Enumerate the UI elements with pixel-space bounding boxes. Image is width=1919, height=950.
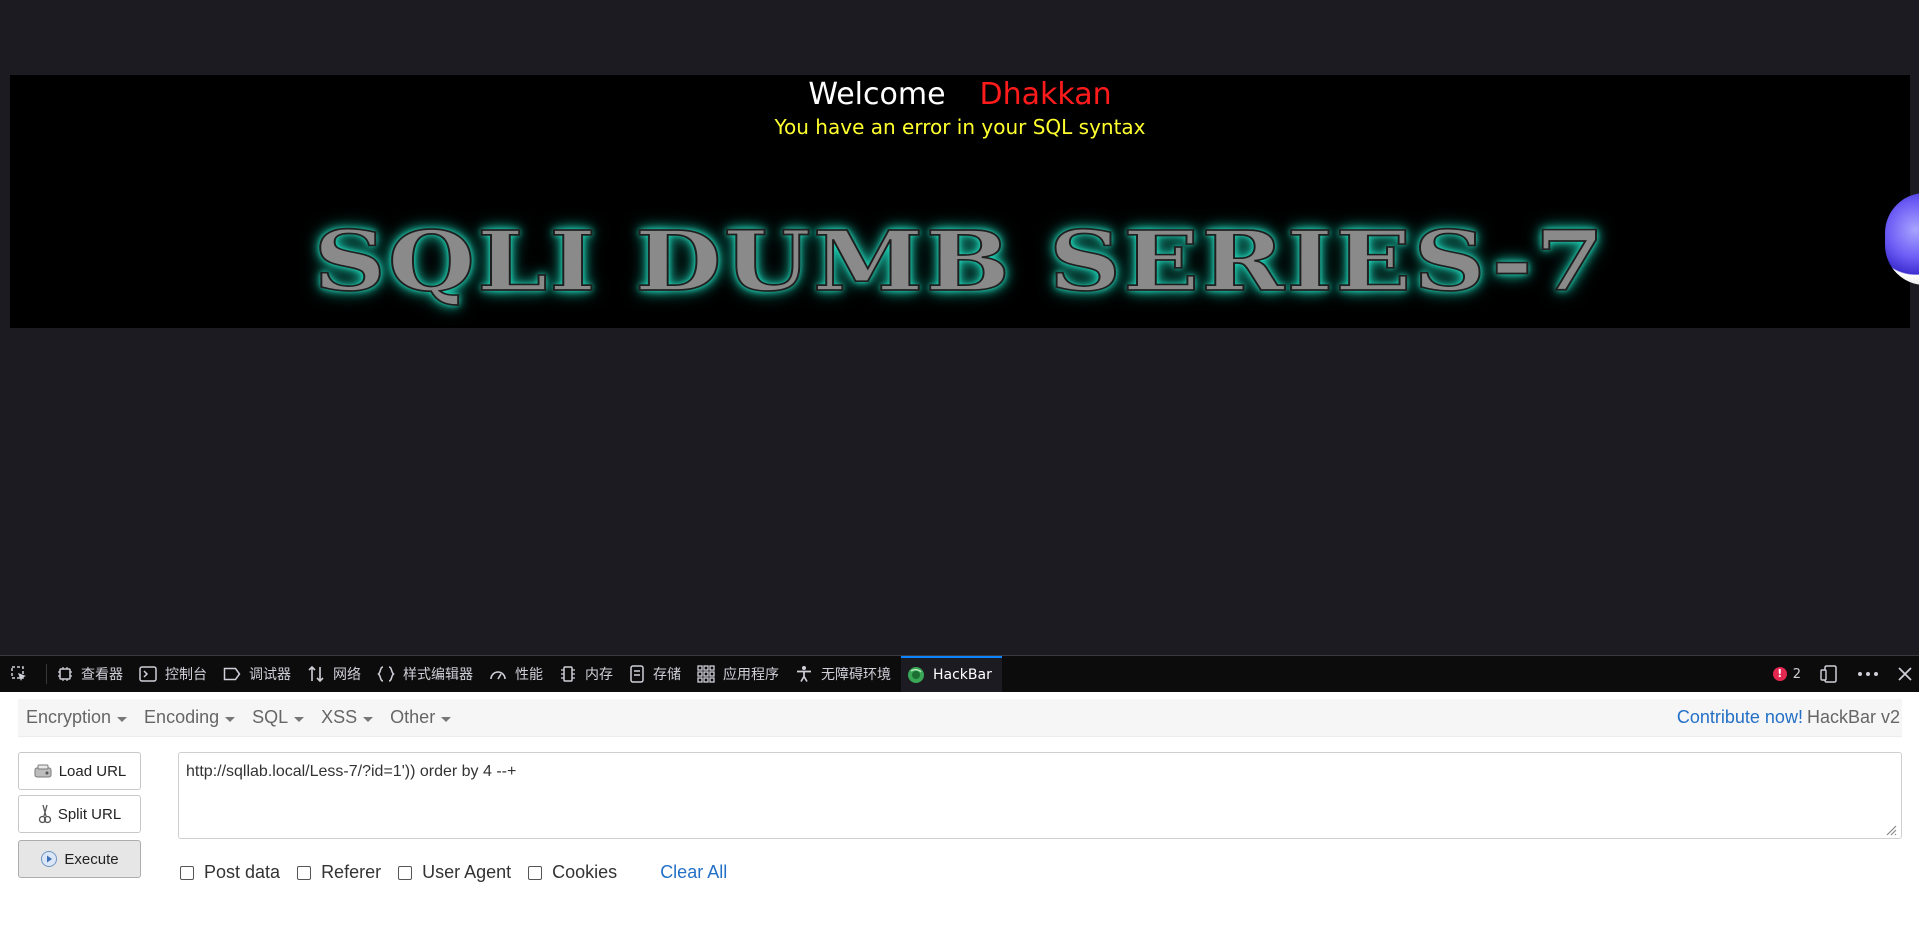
debugger-icon [223, 667, 241, 681]
tab-accessibility[interactable]: 无障碍环境 [789, 656, 901, 692]
user-agent-checkbox[interactable]: User Agent [398, 862, 511, 883]
menu-label: XSS [321, 707, 358, 727]
tab-debugger[interactable]: 调试器 [217, 656, 301, 692]
menu-encoding[interactable]: Encoding [136, 707, 244, 728]
application-icon [697, 665, 715, 683]
tab-label: 控制台 [165, 667, 207, 683]
responsive-design-icon[interactable] [1819, 665, 1839, 683]
tab-label: HackBar [933, 667, 992, 683]
execute-button[interactable]: Execute [18, 840, 141, 878]
load-url-icon [34, 764, 52, 778]
hackbar-icon [908, 667, 924, 683]
hackbar-branding: Contribute now! HackBar v2 [1677, 707, 1902, 728]
error-count-badge[interactable]: ! 2 [1772, 666, 1801, 682]
checkbox-box[interactable] [297, 865, 312, 880]
memory-icon [561, 666, 575, 682]
tab-storage[interactable]: 存储 [623, 656, 691, 692]
performance-icon [490, 671, 506, 680]
tab-console[interactable]: 控制台 [133, 656, 217, 692]
post-data-checkbox[interactable]: Post data [180, 862, 280, 883]
referer-checkbox[interactable]: Referer [297, 862, 381, 883]
tab-label: 内存 [585, 667, 613, 683]
chevron-down-icon [363, 716, 374, 722]
menu-encryption[interactable]: Encryption [18, 707, 136, 728]
toolbar-right-controls: ! 2 [1772, 656, 1919, 692]
menu-sql[interactable]: SQL [244, 707, 313, 728]
welcome-line: Welcome Dhakkan [10, 77, 1910, 112]
tab-label: 查看器 [81, 667, 123, 683]
button-label: Load URL [58, 762, 127, 780]
chevron-down-icon [117, 716, 128, 722]
option-label: Cookies [552, 862, 618, 882]
split-url-button[interactable]: Split URL [18, 795, 141, 833]
tab-label: 应用程序 [723, 667, 779, 683]
accessibility-icon [797, 666, 811, 682]
option-label: User Agent [422, 862, 512, 882]
chevron-down-icon [441, 716, 452, 722]
tab-label: 无障碍环境 [821, 667, 891, 683]
tab-label: 网络 [333, 667, 361, 683]
network-icon [308, 665, 324, 683]
load-url-button[interactable]: Load URL [18, 752, 141, 790]
devtools-toolbar: 查看器 控制台 调试器 网络 样式编辑器 性能 内存 存储 应用程序 无障碍环境… [0, 655, 1919, 692]
checkbox-box[interactable] [398, 865, 413, 880]
page-content: Welcome Dhakkan You have an error in your… [0, 0, 1919, 655]
tab-label: 存储 [653, 667, 681, 683]
checkbox-box[interactable] [180, 865, 194, 880]
option-label: Post data [204, 862, 281, 882]
storage-icon [630, 665, 644, 683]
request-options: Post data Referer User Agent Cookies Cle… [180, 862, 727, 883]
button-label: Execute [64, 850, 119, 868]
option-label: Referer [321, 862, 382, 882]
clear-all-link[interactable]: Clear All [660, 862, 727, 883]
element-picker-icon [11, 666, 26, 681]
element-picker-button[interactable] [0, 656, 42, 692]
console-icon [139, 666, 157, 682]
tab-style-editor[interactable]: 样式编辑器 [371, 656, 483, 692]
banner: Welcome Dhakkan You have an error in your… [10, 75, 1910, 328]
menu-label: Encoding [144, 707, 220, 727]
menu-other[interactable]: Other [382, 707, 460, 728]
menu-label: Other [390, 707, 436, 727]
scissors-icon [38, 804, 51, 824]
tab-label: 调试器 [249, 667, 291, 683]
toolbar-divider [46, 664, 47, 684]
tab-label: 样式编辑器 [403, 667, 473, 683]
series-title-image: SQLI DUMB SERIES-7 [313, 212, 1607, 310]
play-icon [41, 851, 58, 867]
more-options-icon[interactable] [1857, 665, 1879, 683]
resize-handle-icon[interactable] [1883, 822, 1897, 836]
menu-label: SQL [252, 707, 289, 727]
menu-xss[interactable]: XSS [313, 707, 382, 728]
tab-performance[interactable]: 性能 [483, 656, 553, 692]
contribute-link[interactable]: Contribute now! [1677, 707, 1803, 727]
sql-error-message: You have an error in your SQL syntax [774, 115, 1146, 139]
cookies-checkbox[interactable]: Cookies [528, 862, 617, 883]
style-editor-icon [377, 666, 395, 682]
welcome-word: Welcome [808, 77, 946, 112]
welcome-name: Dhakkan [979, 77, 1112, 112]
menu-label: Encryption [26, 707, 112, 727]
error-icon: ! [1772, 667, 1787, 681]
close-icon[interactable] [1897, 666, 1913, 682]
tab-network[interactable]: 网络 [301, 656, 371, 692]
button-label: Split URL [57, 805, 122, 823]
chevron-down-icon [225, 716, 236, 722]
inspector-icon [58, 667, 72, 681]
hackbar-panel: Encryption Encoding SQL XSS Other Contri… [0, 692, 1919, 950]
tab-label: 性能 [515, 667, 543, 683]
tab-memory[interactable]: 内存 [553, 656, 623, 692]
url-input[interactable]: http://sqllab.local/Less-7/?id=1')) orde… [178, 752, 1902, 839]
tab-hackbar[interactable]: HackBar [901, 656, 1002, 692]
version-label: HackBar v2 [1806, 707, 1900, 727]
chevron-down-icon [294, 716, 305, 722]
tab-application[interactable]: 应用程序 [691, 656, 789, 692]
hackbar-menubar: Encryption Encoding SQL XSS Other Contri… [18, 699, 1902, 737]
checkbox-box[interactable] [528, 865, 543, 880]
error-count: 2 [1792, 666, 1801, 682]
tab-inspector[interactable]: 查看器 [51, 656, 133, 692]
